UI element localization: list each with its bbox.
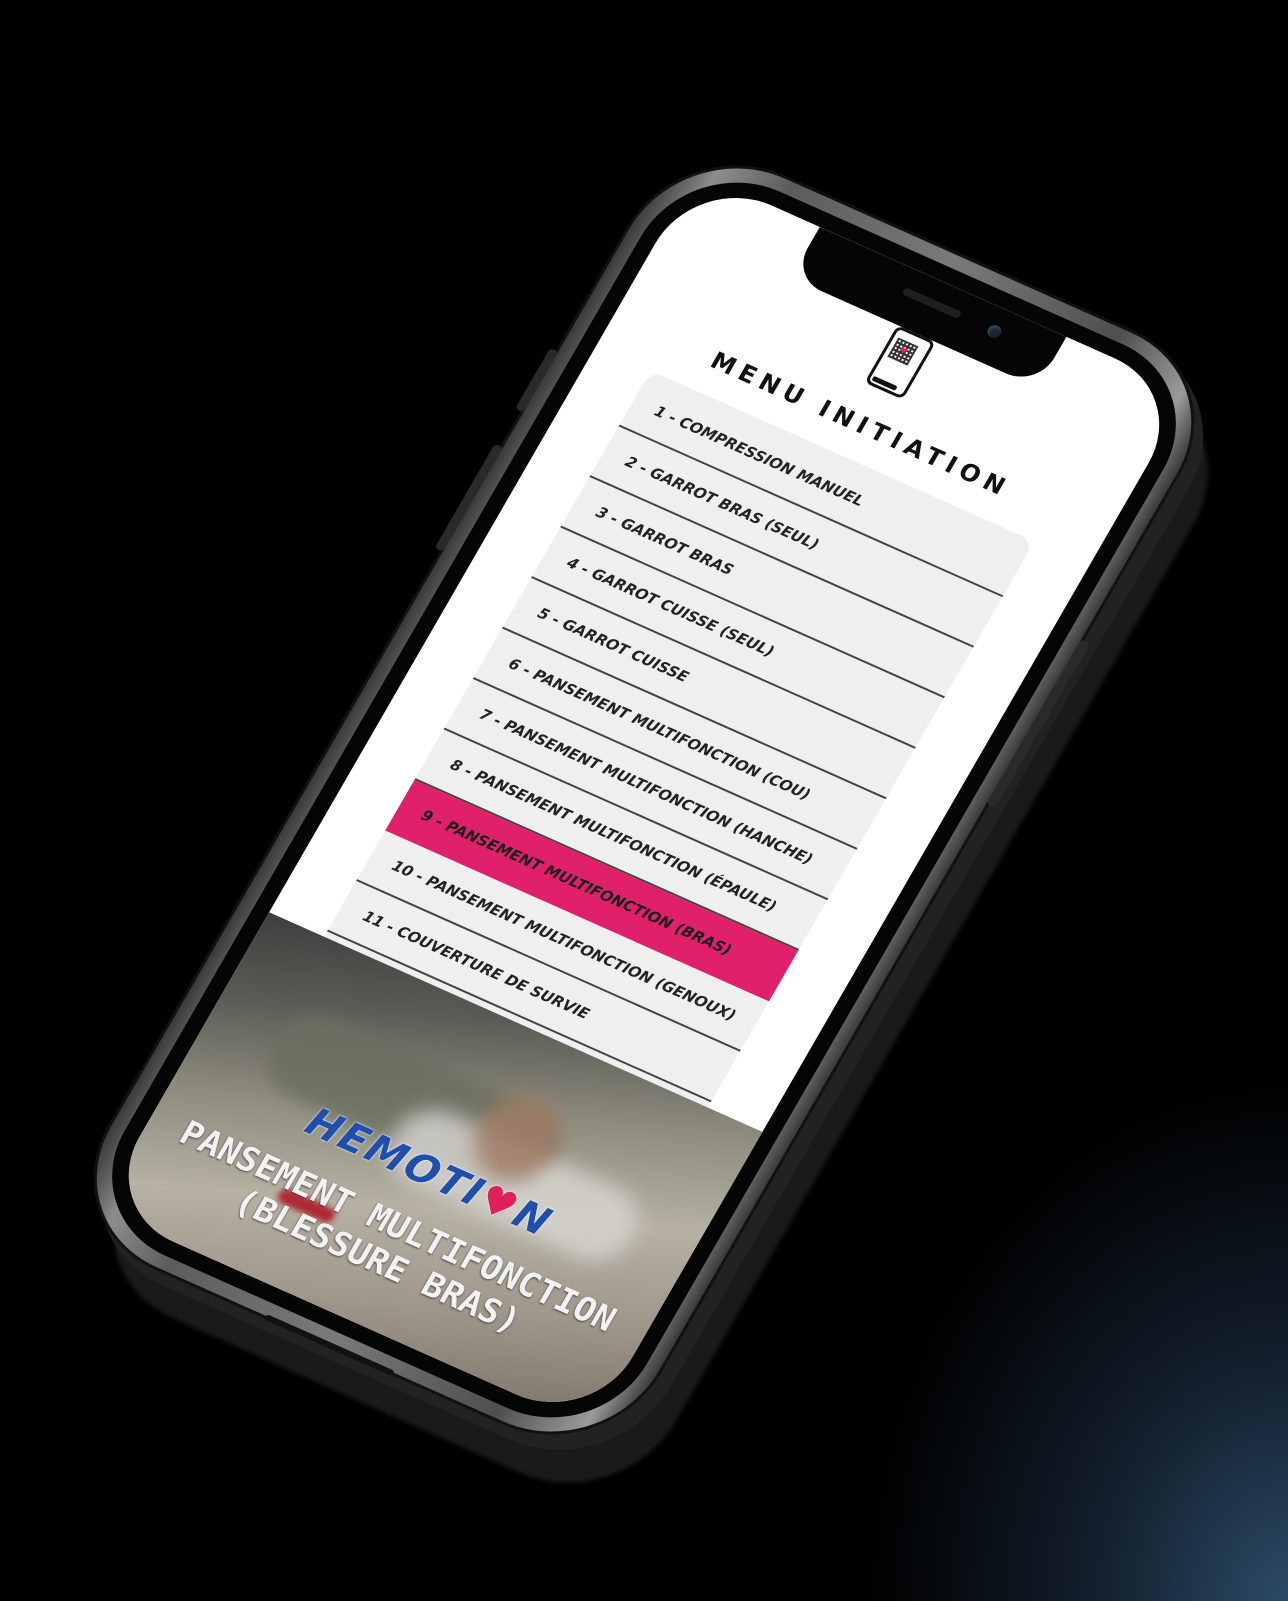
front-camera [985,323,1004,340]
speaker-grille [901,287,963,320]
phone-base-icon [871,375,898,391]
phone-device: ♥ MENU INITIATION 1 - COMPRESSION MANUEL… [55,133,1249,1518]
